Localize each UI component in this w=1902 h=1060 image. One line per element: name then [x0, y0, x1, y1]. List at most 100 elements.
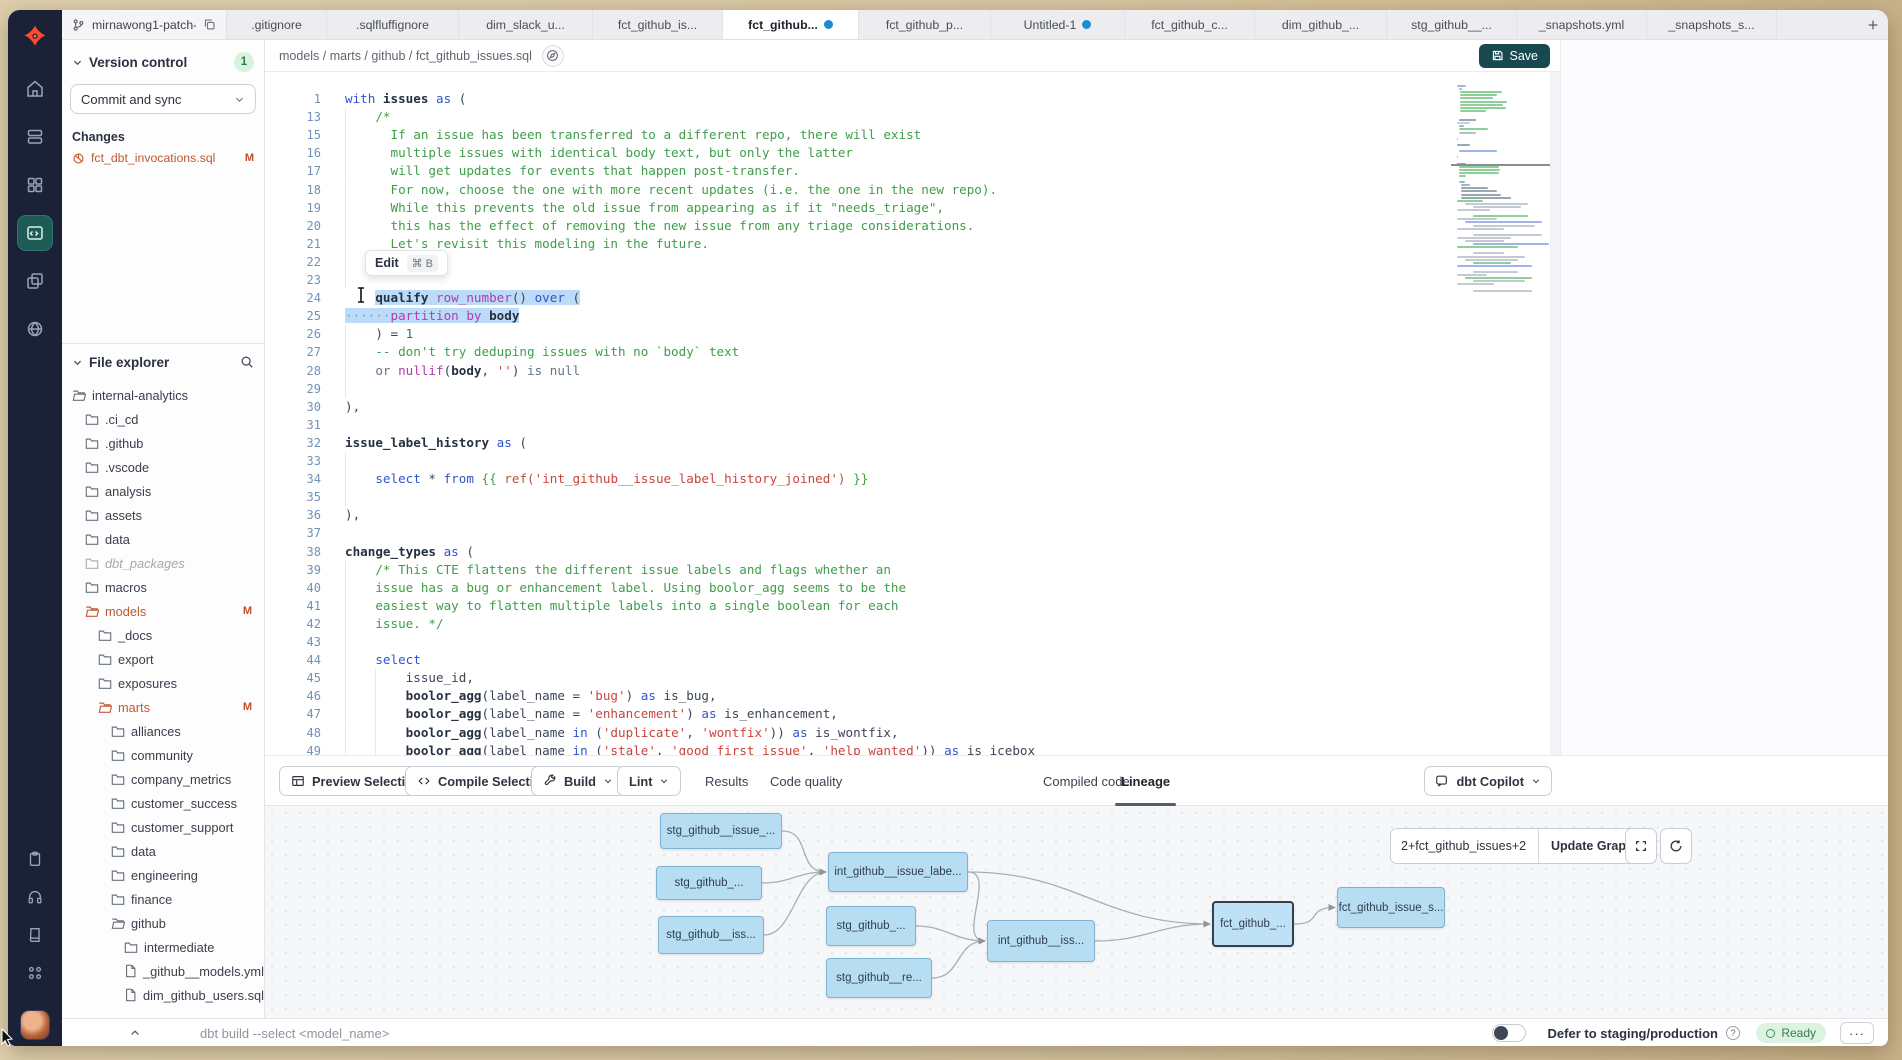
code-line-34[interactable]: 34 select * from {{ ref('int_github__iss…: [265, 470, 1560, 488]
search-icon[interactable]: [240, 355, 254, 369]
folder-export[interactable]: export: [62, 648, 264, 670]
code-line-17[interactable]: 17 will get updates for events that happ…: [265, 162, 1560, 180]
code-line-26[interactable]: 26 ) = 1: [265, 325, 1560, 343]
lineage-node-int_github__iss[interactable]: int_github__iss...: [987, 920, 1095, 962]
folder-exposures[interactable]: exposures: [62, 672, 264, 694]
folder-models[interactable]: modelsM: [62, 600, 264, 622]
folder-engineering[interactable]: engineering: [62, 864, 264, 886]
tab-fct_github...[interactable]: fct_github...: [723, 10, 859, 39]
tab-dim_slack_u...[interactable]: dim_slack_u...: [459, 10, 593, 39]
code-line-35[interactable]: 35: [265, 488, 1560, 506]
more-options-button[interactable]: ···: [1840, 1022, 1874, 1044]
editor-scrollbar[interactable]: [1550, 72, 1560, 755]
lineage-compass-icon[interactable]: [542, 45, 564, 67]
lineage-node-stg_github__issue_[interactable]: stg_github__issue_...: [660, 813, 782, 849]
tab-_snapshots.yml[interactable]: _snapshots.yml: [1517, 10, 1647, 39]
folder-community[interactable]: community: [62, 744, 264, 766]
file-_github__models.yml[interactable]: _github__models.yml: [62, 960, 264, 982]
clipboard-icon[interactable]: [18, 846, 52, 872]
folder-finance[interactable]: finance: [62, 888, 264, 910]
tab-fct_github_is...[interactable]: fct_github_is...: [593, 10, 723, 39]
code-line-1[interactable]: 1with issues as (: [265, 90, 1560, 108]
tab-fct_github_p...[interactable]: fct_github_p...: [859, 10, 991, 39]
code-line-28[interactable]: 28 or nullif(body, '') is null: [265, 362, 1560, 380]
code-line-13[interactable]: 13 /*: [265, 108, 1560, 126]
edit-popover[interactable]: Edit ⌘ B: [365, 250, 448, 276]
tab-dim_github_...[interactable]: dim_github_...: [1255, 10, 1387, 39]
folder-.ci_cd[interactable]: .ci_cd: [62, 408, 264, 430]
dbt-logo-icon[interactable]: [18, 20, 52, 54]
fullscreen-button[interactable]: [1625, 828, 1657, 864]
code-line-19[interactable]: 19 While this prevents the old issue fro…: [265, 199, 1560, 217]
status-badge[interactable]: Ready: [1756, 1023, 1826, 1043]
environments-icon[interactable]: [18, 120, 52, 154]
save-button[interactable]: Save: [1479, 44, 1551, 68]
folder-analysis[interactable]: analysis: [62, 480, 264, 502]
tab-lineage[interactable]: Lineage: [1121, 756, 1170, 806]
code-line-15[interactable]: 15 If an issue has been transferred to a…: [265, 126, 1560, 144]
dashboard-icon[interactable]: [18, 168, 52, 202]
lineage-node-stg_github__re[interactable]: stg_github__re...: [826, 958, 932, 998]
lineage-node-fct_github_issue_s[interactable]: fct_github_issue_s...: [1337, 887, 1445, 928]
tab-compiled-code[interactable]: Compiled code: [1043, 756, 1130, 806]
folder-alliances[interactable]: alliances: [62, 720, 264, 742]
minimap-viewport-indicator[interactable]: [1451, 164, 1557, 166]
tab-_snapshots_s...[interactable]: _snapshots_s...: [1647, 10, 1777, 39]
dbt-copilot-button[interactable]: dbt Copilot: [1424, 766, 1552, 796]
code-line-49[interactable]: 49 boolor_agg(label_name in ('stale', 'g…: [265, 742, 1560, 755]
folder-marts[interactable]: martsM: [62, 696, 264, 718]
code-line-21[interactable]: 21 Let's revisit this modeling in the fu…: [265, 235, 1560, 253]
code-line-18[interactable]: 18 For now, choose the one with more rec…: [265, 181, 1560, 199]
lineage-node-stg_github__iss[interactable]: stg_github__iss...: [658, 916, 764, 954]
code-line-45[interactable]: 45 issue_id,: [265, 669, 1560, 687]
file-dim_github_users.sql[interactable]: dim_github_users.sql: [62, 984, 264, 1006]
code-line-46[interactable]: 46 boolor_agg(label_name = 'bug') as is_…: [265, 687, 1560, 705]
code-line-39[interactable]: 39 /* This CTE flattens the different is…: [265, 561, 1560, 579]
refresh-button[interactable]: [1660, 828, 1692, 864]
folder-company_metrics[interactable]: company_metrics: [62, 768, 264, 790]
code-line-32[interactable]: 32issue_label_history as (: [265, 434, 1560, 452]
folder-_docs[interactable]: _docs: [62, 624, 264, 646]
lineage-node-stg_github_[interactable]: stg_github_...: [826, 906, 916, 946]
home-icon[interactable]: [18, 72, 52, 106]
folder-customer_support[interactable]: customer_support: [62, 816, 264, 838]
code-line-33[interactable]: 33: [265, 452, 1560, 470]
folder-assets[interactable]: assets: [62, 504, 264, 526]
code-line-27[interactable]: 27 -- don't try deduping issues with no …: [265, 343, 1560, 361]
tab-Untitled-1[interactable]: Untitled-1: [991, 10, 1125, 39]
code-line-44[interactable]: 44 select: [265, 651, 1560, 669]
code-line-47[interactable]: 47 boolor_agg(label_name = 'enhancement'…: [265, 705, 1560, 723]
folder-data[interactable]: data: [62, 528, 264, 550]
lineage-node-fct_github_[interactable]: fct_github_...: [1212, 901, 1294, 947]
tab-stg_github__...[interactable]: stg_github__...: [1387, 10, 1517, 39]
folder-.github[interactable]: .github: [62, 432, 264, 454]
folder-.vscode[interactable]: .vscode: [62, 456, 264, 478]
command-input[interactable]: dbt build --select <model_name>: [200, 1019, 389, 1046]
code-line-23[interactable]: 23: [265, 271, 1560, 289]
folder-data[interactable]: data: [62, 840, 264, 862]
folder-customer_success[interactable]: customer_success: [62, 792, 264, 814]
tab-.gitignore[interactable]: .gitignore: [227, 10, 327, 39]
code-line-20[interactable]: 20 this has the effect of removing the n…: [265, 217, 1560, 235]
build-button[interactable]: Build: [531, 766, 625, 796]
code-line-43[interactable]: 43: [265, 633, 1560, 651]
version-control-header[interactable]: Version control 1: [62, 40, 264, 80]
code-line-30[interactable]: 30),: [265, 398, 1560, 416]
code-line-36[interactable]: 36),: [265, 506, 1560, 524]
lineage-node-stg_github_[interactable]: stg_github_...: [656, 866, 762, 900]
orchestration-icon[interactable]: [18, 264, 52, 298]
file-explorer-header[interactable]: File explorer: [62, 350, 264, 374]
lint-button[interactable]: Lint: [617, 766, 681, 796]
new-tab-button[interactable]: [1858, 10, 1888, 39]
folder-internal-analytics[interactable]: internal-analytics: [62, 384, 264, 406]
headset-icon[interactable]: [18, 884, 52, 910]
folder-github[interactable]: github: [62, 912, 264, 934]
code-line-24[interactable]: 24 qualify row_number() over (: [265, 289, 1560, 307]
tab-results[interactable]: Results: [705, 756, 748, 806]
lineage-node-int_github__issue_labe[interactable]: int_github__issue_labe...: [828, 852, 968, 892]
commit-and-sync-button[interactable]: Commit and sync: [70, 84, 256, 114]
chevron-up-icon[interactable]: [120, 1019, 150, 1046]
explore-icon[interactable]: [18, 312, 52, 346]
code-line-29[interactable]: 29: [265, 380, 1560, 398]
notebook-icon[interactable]: [18, 922, 52, 948]
